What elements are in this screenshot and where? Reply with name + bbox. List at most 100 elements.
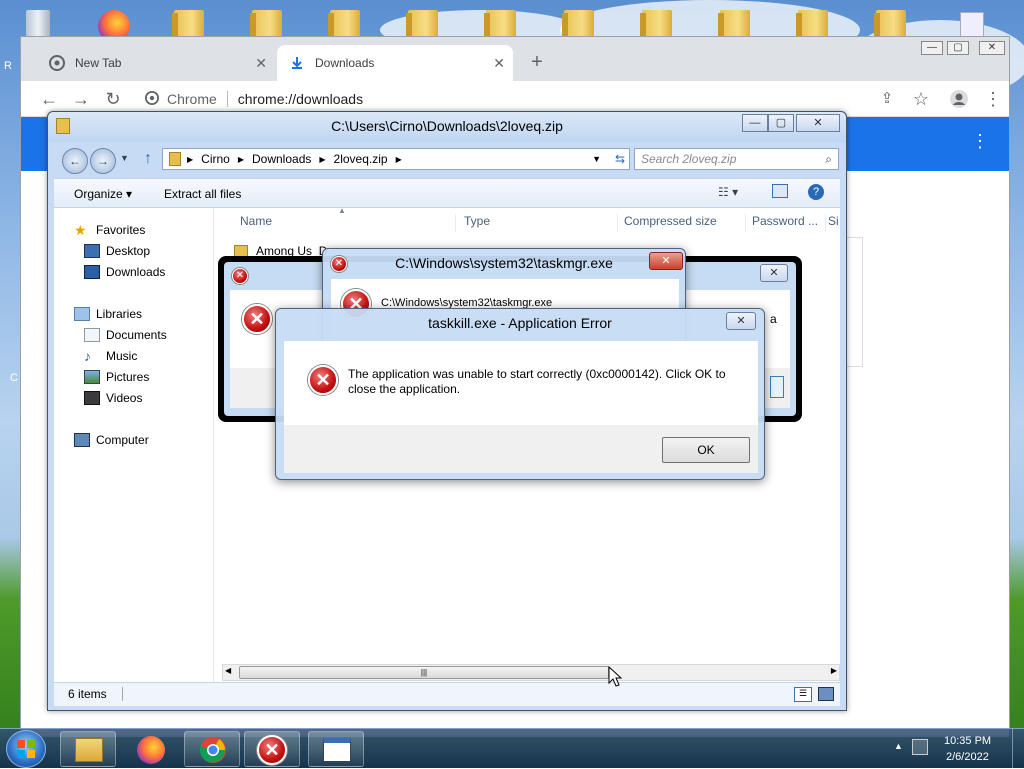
taskbar-firefox[interactable] (122, 731, 178, 767)
ok-button[interactable]: OK (662, 437, 750, 463)
sidebar-item-documents[interactable]: Documents (84, 325, 167, 345)
scroll-thumb[interactable]: ||| (239, 666, 609, 679)
desktop-icon (84, 244, 100, 258)
window-icon (323, 738, 351, 762)
sidebar-item-favorites[interactable]: ★ Favorites (74, 220, 145, 240)
breadcrumb-sep-icon: ▶ (395, 154, 402, 164)
clock-date[interactable]: 2/6/2022 (946, 751, 989, 763)
share-icon[interactable]: ⇪ (877, 89, 897, 109)
column-type[interactable]: Type (458, 214, 618, 232)
profile-avatar-icon[interactable] (949, 89, 969, 109)
desktop-edge-label: R (4, 60, 12, 72)
window-title: C:\Users\Cirno\Downloads\2loveq.zip (331, 118, 563, 134)
tab-downloads[interactable]: Downloads ✕ (277, 45, 513, 81)
tiles-view-icon[interactable] (818, 687, 834, 701)
reload-icon[interactable]: ↻ (103, 89, 123, 109)
videos-icon (84, 391, 100, 405)
dialog-title: C:\Windows\system32\taskmgr.exe (395, 255, 613, 271)
sidebar-item-videos[interactable]: Videos (84, 388, 142, 408)
close-button[interactable]: ✕ (979, 41, 1005, 55)
tab-label: New Tab (75, 56, 122, 70)
new-tab-plus-icon[interactable]: + (525, 51, 549, 75)
sidebar-label: Documents (106, 328, 167, 342)
view-options-icon[interactable]: ☷ ▾ (718, 185, 738, 199)
breadcrumb[interactable]: ▶ Cirno ▶ Downloads ▶ 2loveq.zip ▶ ▼ ⇆ (162, 148, 630, 170)
sidebar-item-computer[interactable]: Computer (74, 430, 149, 450)
show-hidden-icons-icon[interactable]: ▲ (894, 741, 903, 751)
breadcrumb-sep-icon: ▶ (187, 154, 194, 164)
dialog-body: ✕ The application was unable to start co… (284, 341, 758, 473)
mouse-cursor-icon (608, 666, 622, 687)
column-compressed-size[interactable]: Compressed size (618, 214, 746, 232)
back-icon[interactable]: ← (62, 148, 88, 174)
breadcrumb-item[interactable]: Downloads (252, 152, 311, 166)
taskbar-error[interactable]: ✕ (244, 731, 300, 767)
close-button[interactable]: ✕ (649, 252, 683, 270)
sidebar-item-libraries[interactable]: Libraries (74, 304, 142, 324)
organize-button[interactable]: Organize ▾ (74, 187, 132, 201)
help-icon[interactable]: ? (808, 184, 824, 200)
button-edge[interactable] (770, 376, 784, 398)
minimize-button[interactable]: — (921, 41, 943, 55)
horizontal-scrollbar[interactable]: ◀ ||| ▶ (222, 664, 840, 681)
tab-new-tab[interactable]: New Tab ✕ (37, 45, 275, 81)
close-button[interactable]: ✕ (760, 264, 788, 282)
address-bar[interactable]: Chrome chrome://downloads (137, 85, 871, 113)
extract-all-button[interactable]: Extract all files (164, 187, 241, 201)
forward-icon[interactable]: → (90, 148, 116, 174)
sidebar-item-pictures[interactable]: Pictures (84, 367, 149, 387)
sidebar-item-music[interactable]: ♪ Music (84, 346, 137, 366)
column-password[interactable]: Password ... (746, 214, 826, 232)
minimize-button[interactable]: — (742, 114, 768, 132)
chevron-down-icon[interactable]: ▼ (592, 154, 601, 164)
show-desktop-button[interactable] (1012, 729, 1024, 769)
windows-logo-icon (17, 740, 35, 758)
sidebar-item-desktop[interactable]: Desktop (84, 241, 150, 261)
tab-close-icon[interactable]: ✕ (255, 55, 267, 72)
computer-icon (74, 433, 90, 447)
url-text: chrome://downloads (237, 91, 364, 107)
tab-close-icon[interactable]: ✕ (493, 55, 505, 72)
breadcrumb-item[interactable]: Cirno (201, 152, 230, 166)
scroll-left-icon[interactable]: ◀ (225, 666, 231, 675)
network-icon[interactable] (912, 739, 928, 755)
sidebar-label: Pictures (106, 370, 150, 384)
bookmark-star-icon[interactable]: ☆ (911, 89, 931, 109)
breadcrumb-item[interactable]: 2loveq.zip (334, 152, 388, 166)
start-button[interactable] (6, 730, 46, 768)
forward-icon[interactable]: → (71, 89, 91, 109)
taskbar-window[interactable] (308, 731, 364, 767)
status-bar: 6 items ☰ (54, 682, 840, 706)
pictures-icon (84, 370, 100, 384)
column-name[interactable]: Name (234, 214, 456, 232)
dialog-message: The application was unable to start corr… (348, 367, 726, 396)
sidebar-label: Favorites (96, 223, 146, 237)
back-icon[interactable]: ← (39, 89, 59, 109)
sidebar-item-downloads[interactable]: Downloads (84, 262, 165, 282)
search-input[interactable]: Search 2loveq.zip ⌕ (634, 148, 839, 170)
sidebar-label: Music (106, 349, 138, 363)
maximize-button[interactable]: ▢ (947, 41, 969, 55)
desktop-edge-label: C (10, 372, 18, 384)
menu-kebab-icon[interactable]: ⋮ (983, 89, 1003, 109)
clock-time[interactable]: 10:35 PM (944, 735, 991, 747)
close-button[interactable]: ✕ (726, 312, 756, 330)
details-view-icon[interactable]: ☰ (794, 687, 812, 702)
refresh-icon[interactable]: ⇆ (615, 152, 625, 166)
status-divider (122, 687, 123, 701)
explorer-icon (75, 738, 103, 762)
up-arrow-icon[interactable]: ↑ (144, 150, 152, 168)
close-button[interactable]: ✕ (796, 114, 840, 132)
navigation-pane: ★ Favorites Desktop Downloads Libraries D… (54, 208, 214, 686)
item-count: 6 items (68, 687, 107, 701)
recent-pages-icon[interactable]: ▼ (120, 153, 129, 163)
scroll-right-icon[interactable]: ▶ (831, 666, 837, 675)
more-options-icon[interactable]: ⋮ (971, 131, 989, 152)
taskbar-explorer[interactable] (60, 731, 116, 767)
taskbar-chrome[interactable] (184, 731, 240, 767)
preview-pane-icon[interactable] (772, 184, 788, 198)
column-size[interactable]: Si (826, 214, 840, 232)
firefox-icon (137, 736, 165, 764)
maximize-button[interactable]: ▢ (768, 114, 794, 132)
error-dialog-taskkill: taskkill.exe - Application Error ✕ ✕ The… (275, 308, 765, 480)
